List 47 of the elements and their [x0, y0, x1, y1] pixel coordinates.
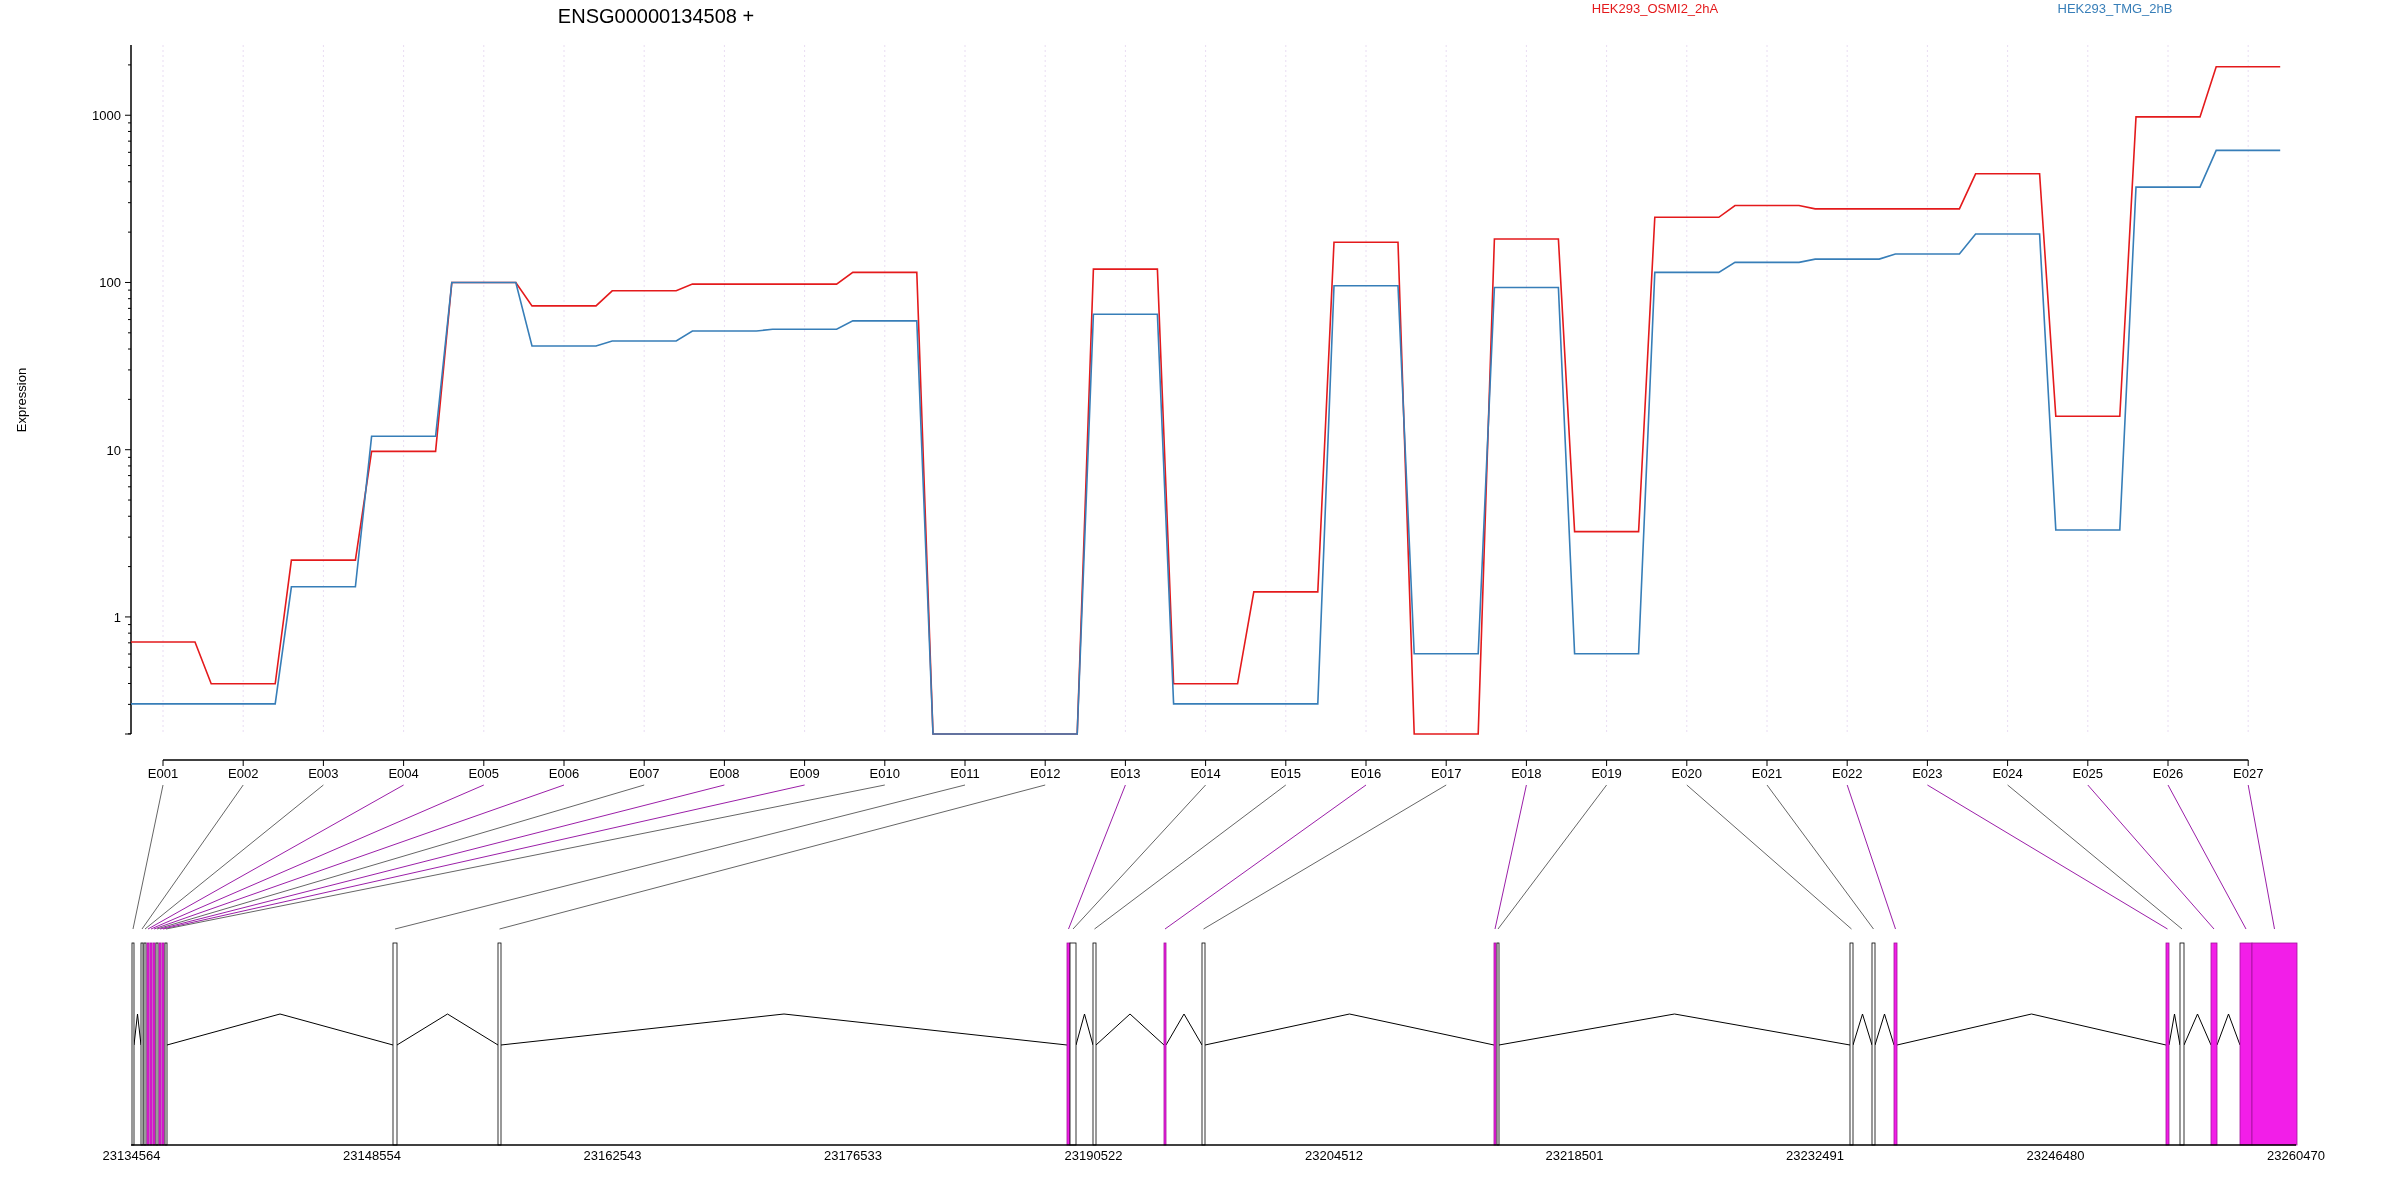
- tick-label: E022: [1832, 766, 1863, 781]
- coordinate-label: 23232491: [1786, 1148, 1844, 1163]
- tick-label: E018: [1511, 766, 1542, 781]
- coordinate-label: 23148554: [343, 1148, 401, 1163]
- tick-label: E007: [629, 766, 660, 781]
- tick-label: E019: [1591, 766, 1622, 781]
- tick-label: E016: [1350, 766, 1382, 781]
- coordinate-label: 23260470: [2267, 1148, 2325, 1163]
- tick-label: E015: [1270, 766, 1301, 781]
- tick-label: E008: [709, 766, 740, 781]
- tick-label: E021: [1751, 766, 1783, 781]
- legend-label: HEK293_TMG_2hB: [2057, 1, 2173, 16]
- coordinate-label: 23134564: [102, 1148, 161, 1163]
- tick-label: 1000: [92, 108, 121, 124]
- coordinate-label: 23162543: [583, 1148, 642, 1163]
- intron-connector: [2183, 1013, 2212, 1046]
- tick-label: E024: [1992, 766, 2023, 781]
- coordinate-label: 23190522: [1064, 1148, 1123, 1163]
- tick-label: E010: [869, 766, 900, 781]
- tick-label: E002: [228, 766, 259, 781]
- coordinate-label: 23246480: [2026, 1148, 2085, 1163]
- coordinate-label: 23218501: [1545, 1148, 1604, 1163]
- tick-label: E003: [308, 766, 339, 781]
- tick-label: E026: [2152, 766, 2184, 781]
- tick-label: E006: [548, 766, 580, 781]
- coordinate-label: 23204512: [1305, 1148, 1363, 1163]
- tick-label: E013: [1110, 766, 1141, 781]
- tick-label: E014: [1190, 766, 1221, 781]
- tick-label: 100: [99, 275, 121, 291]
- tick-label: 1: [113, 609, 121, 625]
- tick-label: E005: [468, 766, 499, 781]
- tick-label: E004: [388, 766, 419, 781]
- y-axis-title: Expression: [14, 367, 29, 433]
- tick-label: E025: [2072, 766, 2103, 781]
- tick-label: E011: [950, 766, 980, 781]
- tick-label: 10: [106, 442, 121, 458]
- coordinate-label: 23176533: [824, 1148, 882, 1163]
- tick-label: E017: [1431, 766, 1462, 781]
- tick-label: E020: [1671, 766, 1702, 781]
- tick-label: E023: [1912, 766, 1943, 781]
- tick-label: E001: [147, 766, 179, 781]
- tick-label: E009: [789, 766, 820, 781]
- intron-connector: [2216, 1013, 2241, 1046]
- tick-label: E012: [1030, 766, 1061, 781]
- chart-title: ENSG00000134508 +: [557, 5, 755, 27]
- tick-label: E027: [2233, 766, 2264, 781]
- legend-label: HEK293_OSMI2_2hA: [1591, 1, 1719, 16]
